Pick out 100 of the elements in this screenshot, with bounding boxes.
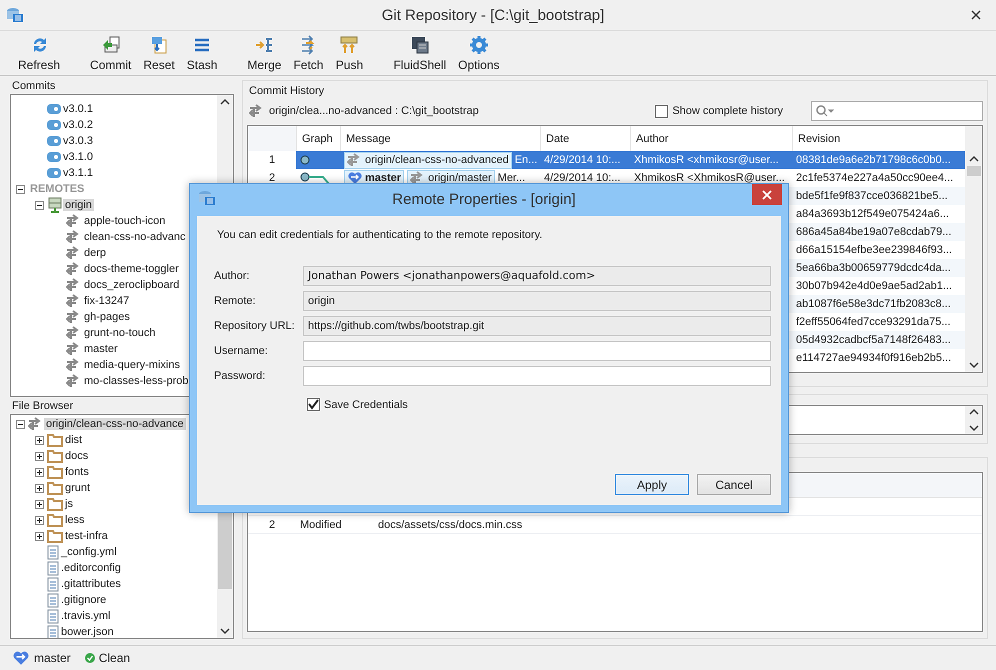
tag-icon: [47, 168, 61, 178]
field-label: Username:: [213, 344, 269, 356]
toolbar-button[interactable]: Push: [331, 33, 368, 74]
scrollbar[interactable]: [965, 126, 982, 372]
group-title: Commit History: [248, 85, 326, 99]
row-number: 1: [268, 154, 276, 166]
table-cell: 5ea66ba3b00659779dcdc4da...: [796, 262, 951, 274]
close-button[interactable]: [752, 184, 782, 205]
tree-item[interactable]: .gitattributes: [59, 578, 123, 590]
search-field[interactable]: [811, 101, 983, 121]
expand-toggle[interactable]: [35, 532, 44, 540]
dialog-button[interactable]: Apply: [615, 474, 689, 495]
collapse-toggle[interactable]: [16, 420, 25, 428]
tree-item[interactable]: gh-pages: [82, 311, 132, 323]
table-cell: 4/29/2014 10:...: [544, 154, 620, 166]
table-row[interactable]: 1 origin/clean-css-no-advanced En... 4/29/2014 10:... XhmikosR <xhmikosr@user... 08381de9a6e2b71798c6c0b0...: [248, 151, 965, 169]
settings-icon: [468, 35, 489, 55]
dialog-message: You can edit credentials for authenticating to the remote repository.: [216, 229, 544, 241]
tag-icon: [47, 136, 61, 146]
table-cell: XhmikosR <xhmikosr@user...: [634, 154, 779, 166]
scroll-down-icon[interactable]: [968, 425, 978, 431]
tree-item[interactable]: v3.1.1: [61, 167, 95, 179]
expand-toggle[interactable]: [35, 452, 44, 460]
folder-icon: [47, 529, 63, 543]
toolbar-button[interactable]: Commit: [86, 33, 136, 74]
tree-item[interactable]: docs_zeroclipboard: [82, 279, 182, 291]
tree-item[interactable]: dist: [63, 434, 84, 446]
checkbox-label: Save Credentials: [324, 398, 408, 410]
tree-item[interactable]: _config.yml: [59, 546, 119, 558]
dialog-button[interactable]: Cancel: [697, 474, 771, 495]
checkbox[interactable]: [655, 104, 668, 118]
tree-item[interactable]: fonts: [63, 466, 91, 478]
tree-item[interactable]: docs-theme-toggler: [82, 263, 181, 275]
table-cell: bde5f1fe9f837cce036821be5...: [796, 190, 948, 202]
table-cell: 2c1fe5374e227a4a50cc90ee4...: [796, 172, 954, 184]
tree-item[interactable]: apple-touch-icon: [82, 215, 168, 227]
tree-item[interactable]: bower.json: [59, 626, 116, 638]
tree-item[interactable]: mo-classes-less-prob: [82, 375, 191, 387]
terminal-window-icon: [410, 35, 430, 55]
toolbar-button[interactable]: Options: [454, 33, 504, 74]
field-label: Repository URL:: [213, 320, 296, 332]
table-cell: 4/29/2014 10:...: [544, 172, 620, 184]
panel-title: Commits: [11, 80, 56, 94]
tree-item[interactable]: origin/clean-css-no-advance: [44, 418, 186, 430]
tree-item[interactable]: master: [82, 343, 120, 355]
scroll-down-icon[interactable]: [968, 362, 978, 368]
tree-item[interactable]: docs: [63, 450, 90, 462]
toolbar-button[interactable]: Stash: [182, 33, 222, 74]
toolbar-button[interactable]: Fetch: [289, 33, 328, 74]
tree-item[interactable]: v3.0.3: [61, 135, 95, 147]
expand-toggle[interactable]: [35, 468, 44, 476]
text-field[interactable]: [303, 366, 771, 386]
collapse-toggle[interactable]: [35, 200, 44, 210]
tree-item[interactable]: v3.0.1: [61, 103, 95, 115]
checkbox[interactable]: [307, 398, 320, 411]
search-icon: [816, 105, 834, 117]
table-cell: 08381de9a6e2b71798c6c0b0...: [796, 154, 951, 166]
scroll-down-icon[interactable]: [220, 628, 230, 634]
tree-item[interactable]: js: [63, 498, 75, 510]
table-cell-text: Modified: [299, 518, 343, 530]
window-title: Git Repository - [C:\git_bootstrap]: [380, 6, 606, 24]
tree-item[interactable]: less: [63, 514, 87, 526]
collapse-toggle[interactable]: [16, 184, 25, 194]
folder-icon: [47, 449, 63, 463]
table-cell: 686a45a84be19a07e8cdab79...: [796, 226, 952, 238]
table-cell: ab1087f6e58e3dc71fb2083c8...: [796, 298, 951, 310]
heart-arrows-icon: [12, 650, 30, 666]
toolbar-button[interactable]: Refresh: [14, 33, 64, 74]
expand-toggle[interactable]: [35, 484, 44, 492]
text-field[interactable]: [303, 340, 771, 360]
scroll-up-icon[interactable]: [220, 99, 230, 105]
tag-icon: [47, 104, 61, 114]
scroll-thumb[interactable]: [966, 166, 980, 176]
table-cell: Mer...: [498, 172, 526, 184]
tree-item[interactable]: origin: [63, 199, 94, 211]
tree-item[interactable]: v3.1.0: [61, 151, 95, 163]
toolbar-button[interactable]: Merge: [243, 33, 286, 74]
status-text: Clean: [98, 651, 130, 665]
document-arrow-icon: [100, 35, 121, 55]
scroll-up-icon[interactable]: [968, 156, 978, 162]
tree-item[interactable]: grunt-no-touch: [82, 327, 158, 339]
tree-item[interactable]: grunt: [63, 482, 92, 494]
tree-item[interactable]: .editorconfig: [59, 562, 123, 574]
tree-item[interactable]: media-query-mixins: [82, 359, 182, 371]
tree-item[interactable]: derp: [82, 247, 108, 259]
tree-item[interactable]: .gitignore: [59, 594, 108, 606]
folder-icon: [47, 481, 63, 495]
toolbar-button[interactable]: Reset: [139, 33, 179, 74]
tree-item[interactable]: test-infra: [63, 530, 110, 542]
toolbar-button[interactable]: FluidShell: [389, 33, 450, 74]
expand-toggle[interactable]: [35, 436, 44, 444]
file-icon: [47, 544, 59, 560]
close-icon: [971, 10, 981, 20]
tree-item[interactable]: .travis.yml: [59, 610, 112, 622]
expand-toggle[interactable]: [35, 500, 44, 508]
scroll-up-icon[interactable]: [968, 409, 978, 415]
tree-item[interactable]: fix-13247: [82, 295, 132, 307]
tree-item[interactable]: v3.0.2: [61, 119, 95, 131]
tree-item[interactable]: clean-css-no-advanc: [82, 231, 188, 243]
expand-toggle[interactable]: [35, 516, 44, 524]
